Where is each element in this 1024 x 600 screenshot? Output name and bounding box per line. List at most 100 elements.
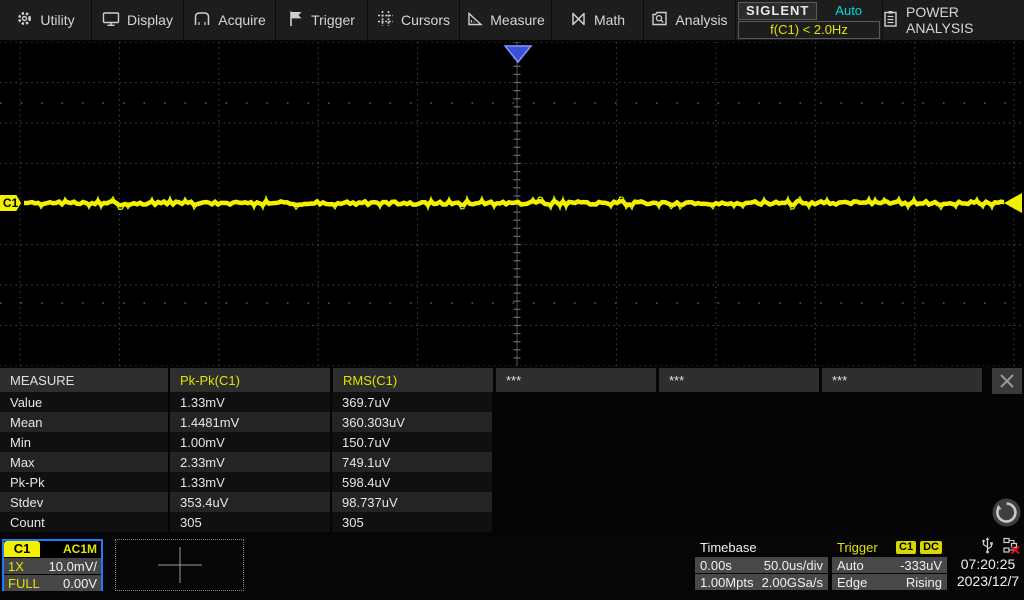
row-label: Min [0,432,168,452]
trigger-position-marker[interactable] [0,42,1024,366]
menu-trigger[interactable]: Trigger [276,0,368,40]
row-value: 369.7uV [332,392,492,412]
measure-title: MEASURE [0,368,168,392]
top-menu-bar: Utility Display Acquire Trigger Cursors … [0,0,1024,42]
menu-measure[interactable]: Measure [460,0,552,40]
trigger-coupling-chip: DC [920,541,942,554]
table-row: Min 1.00mV 150.7uV [0,432,494,452]
usb-icon [981,537,994,557]
row-label: Max [0,452,168,472]
row-value: 150.7uV [332,432,492,452]
system-date: 2023/12/7 [957,573,1019,590]
row-value: 305 [170,512,330,532]
row-value: 2.33mV [170,452,330,472]
menu-label: Math [594,12,625,28]
trigger-slope: Rising [906,575,942,590]
flag-icon [288,10,304,30]
trigger-title: Trigger [837,540,892,555]
math-icon [570,11,587,30]
trigger-type: Edge [837,575,867,590]
row-label: Value [0,392,168,412]
menu-label: Trigger [311,12,355,28]
menu-label: Cursors [401,12,450,28]
sample-rate: 2.00GSa/s [762,575,823,590]
measure-col-4[interactable]: *** [659,368,819,392]
table-row: Pk-Pk 1.33mV 598.4uV [0,472,494,492]
menu-acquire[interactable]: Acquire [184,0,276,40]
bandwidth-limit: FULL [8,576,40,591]
row-value: 353.4uV [170,492,330,512]
cursors-icon [377,10,394,30]
measure-icon [466,11,483,30]
acquire-icon [193,11,211,30]
row-value: 1.4481mV [170,412,330,432]
vertical-offset: 0.00V [63,576,97,591]
measure-panel: MEASURE Pk-Pk(C1) RMS(C1) *** *** *** Va… [0,366,1024,536]
menu-label: Utility [40,12,74,28]
analysis-icon [651,10,668,30]
measure-col-5[interactable]: *** [822,368,982,392]
trigger-source-chip: C1 [896,541,916,554]
menu-label: Measure [490,12,544,28]
trigger-box[interactable]: Trigger C1 DC Auto -333uV Edge Rising [832,539,947,591]
row-value: 1.33mV [170,392,330,412]
measure-col-1[interactable]: Pk-Pk(C1) [170,368,330,392]
row-value: 1.00mV [170,432,330,452]
row-label: Mean [0,412,168,432]
timebase-title: Timebase [700,540,757,555]
acquisition-status: Auto [817,3,880,18]
row-value: 98.737uV [332,492,492,512]
system-status: 07:20:25 2023/12/7 [952,538,1024,596]
table-row: Count 305 305 [0,512,494,532]
row-value: 598.4uV [332,472,492,492]
row-value: 749.1uV [332,452,492,472]
measure-col-2[interactable]: RMS(C1) [333,368,493,392]
close-icon[interactable] [992,368,1022,394]
row-label: Count [0,512,168,532]
menu-utility[interactable]: Utility [0,0,92,40]
menu-label: Analysis [675,12,727,28]
menu-cursors[interactable]: Cursors [368,0,460,40]
measure-col-3[interactable]: *** [496,368,656,392]
table-row: Max 2.33mV 749.1uV [0,452,494,472]
memory-depth: 1.00Mpts [700,575,753,590]
table-row: Value 1.33mV 369.7uV [0,392,494,412]
row-value: 360.303uV [332,412,492,432]
status-bar: C1 AC1M 1X 10.0mV/ FULL 0.00V Timebase 0.0… [0,536,1024,600]
refresh-icon[interactable] [991,497,1022,528]
menu-power-analysis[interactable]: POWER ANALYSIS [882,0,1024,40]
trigger-frequency-readout: f(C1) < 2.0Hz [738,21,880,39]
waveform-display[interactable]: C1 [0,42,1024,366]
timebase-box[interactable]: Timebase 0.00s 50.0us/div 1.00Mpts 2.00GSa… [695,539,828,591]
timebase-scale: 50.0us/div [764,558,823,573]
row-label: Stdev [0,492,168,512]
brand-status-block: SIGLENT Auto f(C1) < 2.0Hz [736,0,882,40]
trigger-level-arrow[interactable] [1004,193,1022,213]
menu-label: Display [127,12,173,28]
row-value: 305 [332,512,492,532]
channel-c1-box[interactable]: C1 AC1M 1X 10.0mV/ FULL 0.00V [2,539,103,591]
menu-analysis[interactable]: Analysis [644,0,736,40]
siglent-logo: SIGLENT [738,2,817,20]
table-row: Mean 1.4481mV 360.303uV [0,412,494,432]
system-time: 07:20:25 [961,556,1016,573]
clipboard-icon [883,10,898,31]
trigger-level: -333uV [900,558,942,573]
probe-attenuation: 1X [8,559,24,574]
display-icon [102,11,120,30]
horizontal-delay: 0.00s [700,558,732,573]
menu-math[interactable]: Math [552,0,644,40]
plus-icon [158,547,202,583]
lan-disconnected-icon [1002,537,1020,557]
add-channel-box[interactable] [115,539,244,591]
menu-display[interactable]: Display [92,0,184,40]
trigger-mode: Auto [837,558,864,573]
channel-name-chip: C1 [4,541,40,557]
row-label: Pk-Pk [0,472,168,492]
menu-label: POWER ANALYSIS [906,4,1024,36]
gear-icon [16,10,33,30]
vertical-scale: 10.0mV/ [49,559,97,574]
table-row: Stdev 353.4uV 98.737uV [0,492,494,512]
channel-coupling: AC1M [40,542,101,556]
menu-label: Acquire [218,12,265,28]
